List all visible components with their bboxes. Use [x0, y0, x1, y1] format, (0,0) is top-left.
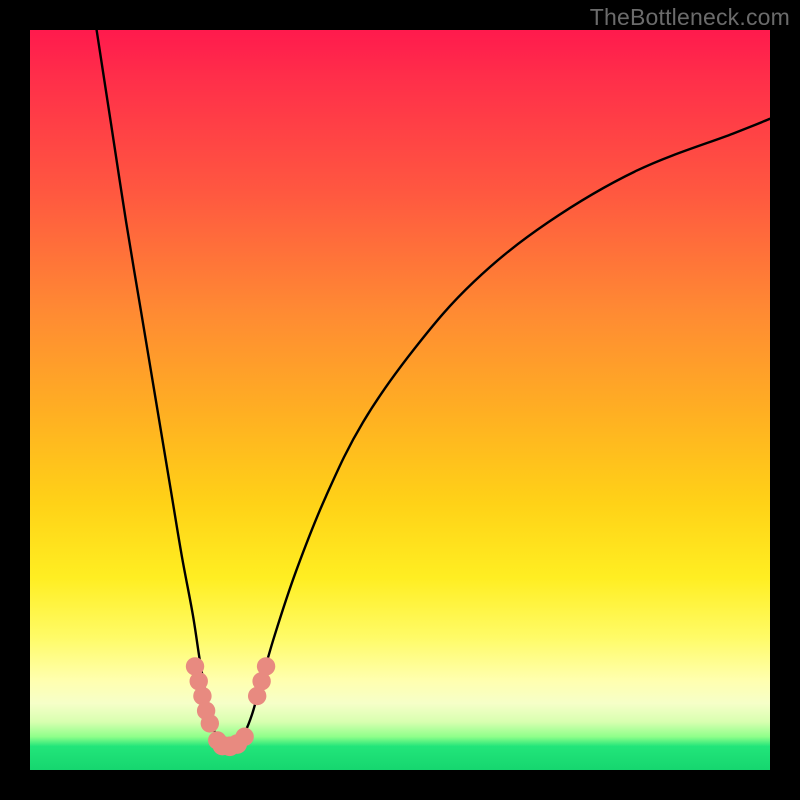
- chart-frame: TheBottleneck.com: [0, 0, 800, 800]
- curve-marker: [235, 728, 253, 746]
- chart-svg: [30, 30, 770, 770]
- curve-marker: [201, 714, 219, 732]
- watermark-text: TheBottleneck.com: [590, 4, 790, 31]
- chart-plot-area: [30, 30, 770, 770]
- curve-markers: [186, 657, 275, 756]
- curve-marker: [257, 657, 275, 675]
- bottleneck-curve: [97, 30, 770, 749]
